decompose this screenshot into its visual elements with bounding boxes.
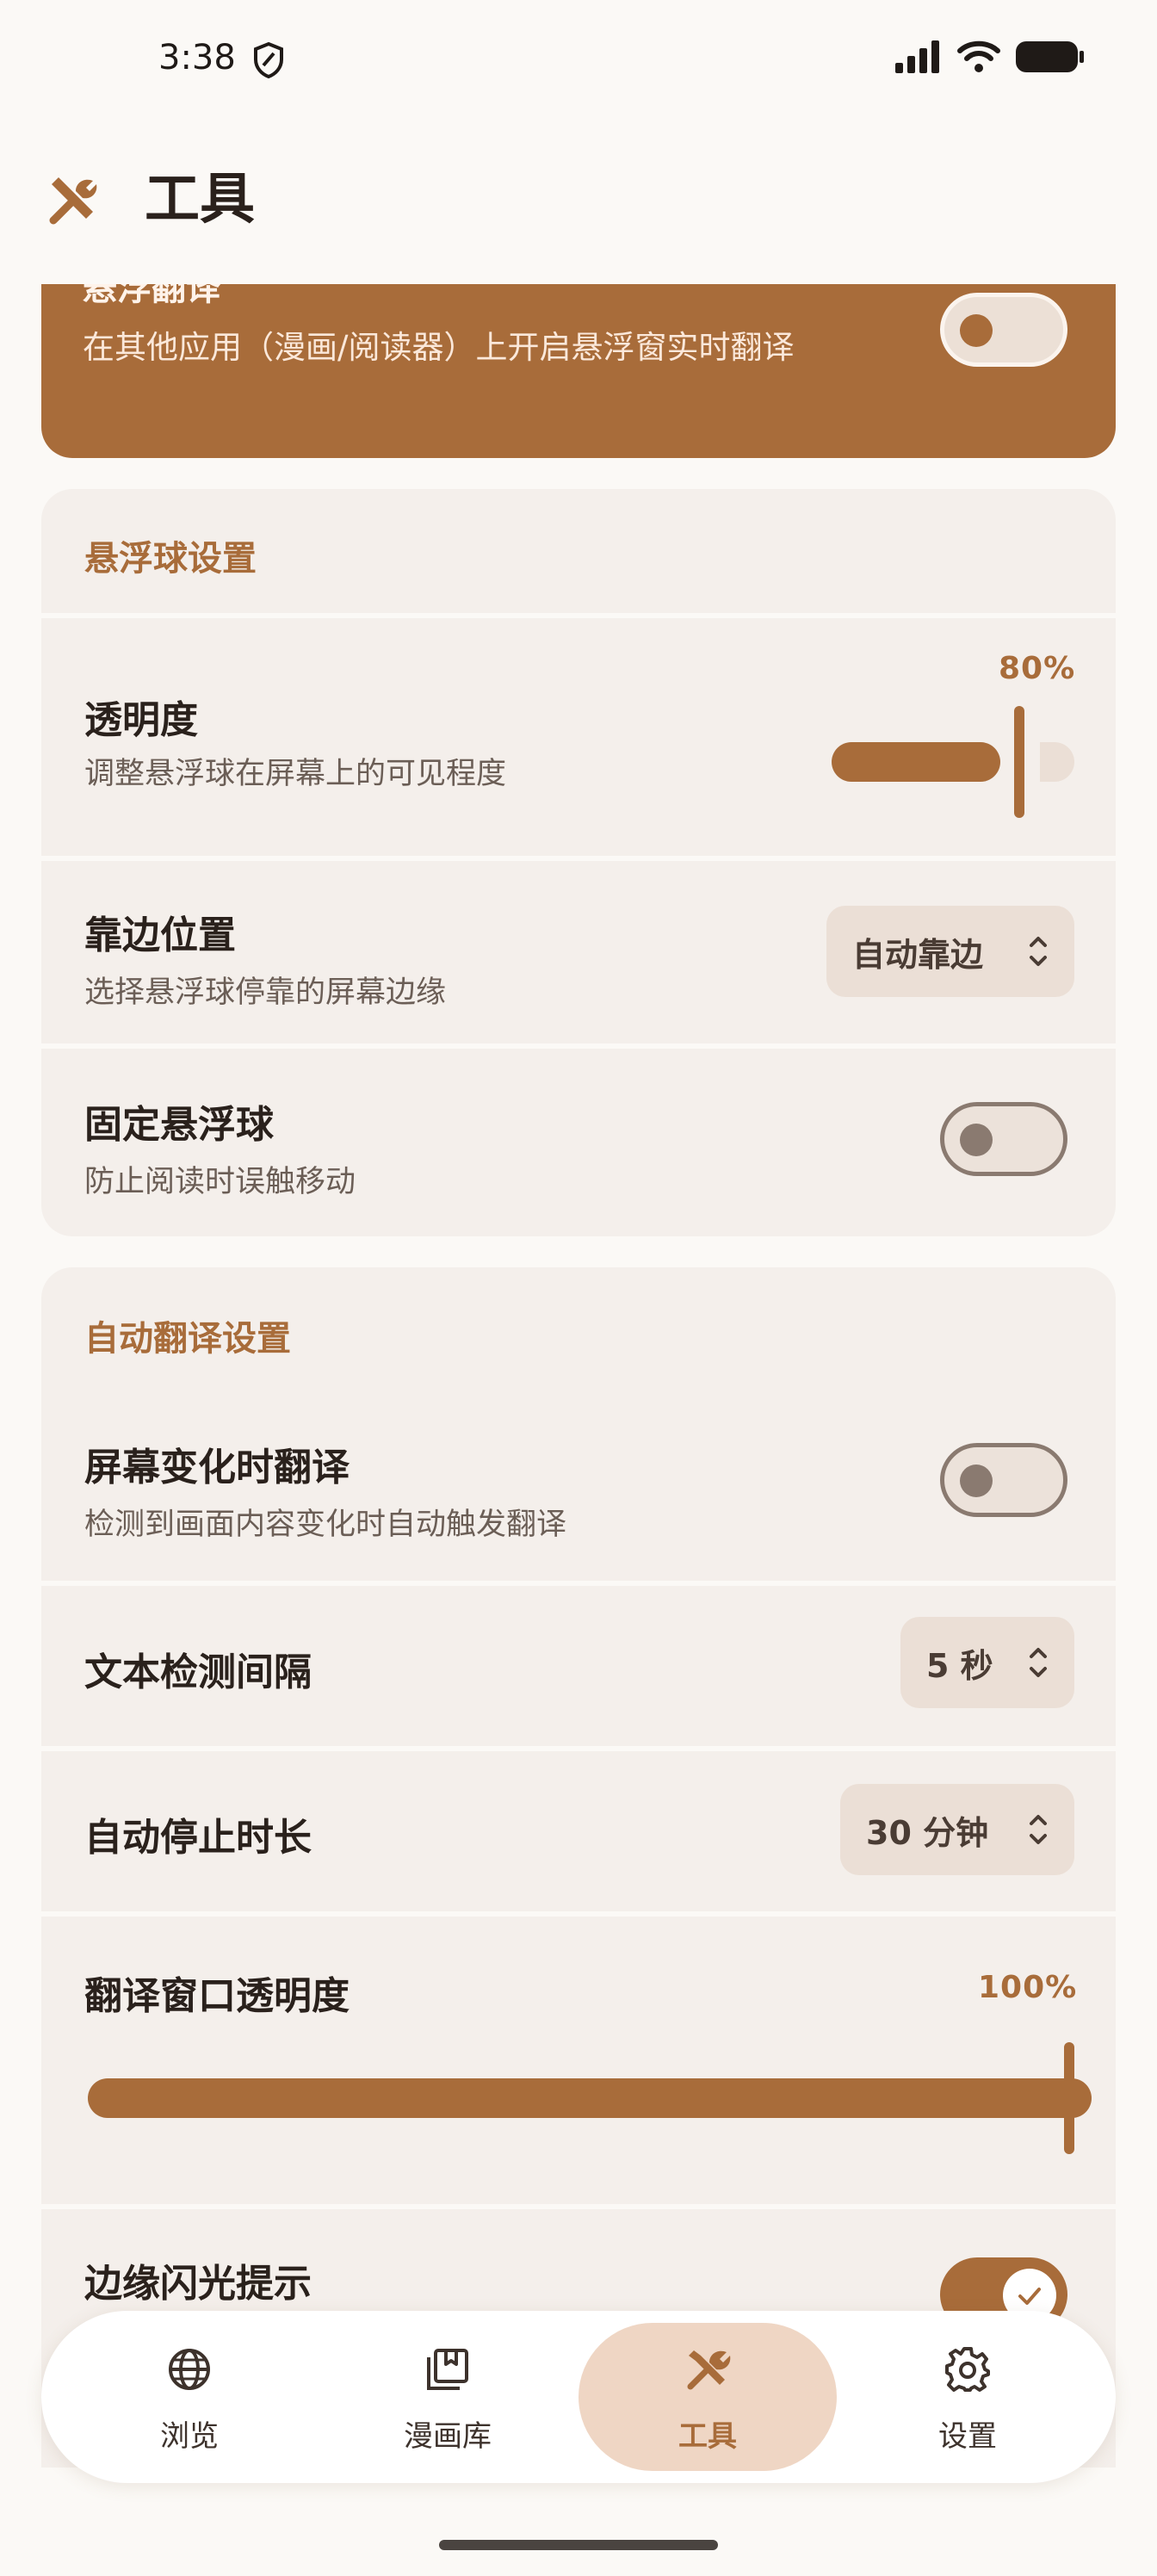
- nav-item-library[interactable]: 漫画库: [319, 2311, 577, 2483]
- chevron-up-down-icon: [1030, 1648, 1047, 1677]
- battery-icon: [1016, 41, 1084, 72]
- opacity-description: 调整悬浮球在屏幕上的可见程度: [84, 757, 507, 791]
- toggle-knob: [960, 1124, 993, 1156]
- window-opacity-slider-fill[interactable]: [88, 2078, 1092, 2118]
- tools-icon: [49, 177, 97, 225]
- nav-label: 浏览: [160, 2419, 219, 2454]
- signal-icon: [895, 40, 939, 73]
- globe-icon: [169, 2349, 210, 2390]
- interval-title: 文本检测间隔: [84, 1650, 312, 1694]
- dock-title: 靠边位置: [84, 913, 236, 957]
- opacity-value: 80%: [999, 651, 1076, 686]
- chevron-up-down-icon: [1030, 1815, 1047, 1844]
- nav-label: 设置: [938, 2419, 997, 2454]
- dock-dropdown[interactable]: 自动靠边: [826, 906, 1074, 997]
- overlay-translate-description: 在其他应用（漫画/阅读器）上开启悬浮窗实时翻译: [83, 329, 795, 366]
- interval-dropdown[interactable]: 5 秒: [900, 1617, 1074, 1708]
- on-change-toggle[interactable]: [940, 1443, 1067, 1517]
- opacity-slider-fill[interactable]: [832, 742, 1000, 782]
- auto-stop-dropdown[interactable]: 30 分钟: [840, 1784, 1074, 1875]
- auto-stop-selected: 30 分钟: [866, 1813, 989, 1852]
- dock-description: 选择悬浮球停靠的屏幕边缘: [84, 975, 447, 1010]
- lock-title: 固定悬浮球: [84, 1103, 274, 1147]
- status-bar: 3:38: [0, 0, 1157, 121]
- overlay-translate-title: 悬浮翻译: [83, 284, 220, 308]
- auto-translate-card-top: 自动翻译设置 屏幕变化时翻译 检测到画面内容变化时自动触发翻译: [41, 1267, 1116, 1581]
- window-opacity-row: 翻译窗口透明度 100%: [41, 1917, 1116, 2204]
- nav-item-tools[interactable]: 工具: [578, 2311, 837, 2483]
- on-change-description: 检测到画面内容变化时自动触发翻译: [84, 1508, 567, 1542]
- edge-flash-title: 边缘闪光提示: [84, 2262, 312, 2306]
- lock-description: 防止阅读时误触移动: [84, 1165, 356, 1199]
- opacity-slider-track[interactable]: [1040, 742, 1074, 782]
- gear-icon: [945, 2347, 990, 2392]
- nav-label: 漫画库: [404, 2419, 492, 2454]
- opacity-title: 透明度: [84, 698, 198, 742]
- lock-row: 固定悬浮球 防止阅读时误触移动: [41, 1049, 1116, 1236]
- window-opacity-value: 100%: [978, 1970, 1078, 2005]
- float-ball-section-header: 悬浮球设置: [41, 489, 1116, 613]
- tools-icon: [687, 2350, 731, 2390]
- nav-item-settings[interactable]: 设置: [838, 2311, 1097, 2483]
- interval-selected: 5 秒: [926, 1646, 993, 1685]
- interval-row: 文本检测间隔 5 秒: [41, 1586, 1116, 1746]
- dock-selected: 自动靠边: [852, 935, 984, 974]
- auto-stop-row: 自动停止时长 30 分钟: [41, 1751, 1116, 1911]
- nav-item-browse[interactable]: 浏览: [60, 2311, 319, 2483]
- opacity-row: 80% 透明度 调整悬浮球在屏幕上的可见程度: [41, 618, 1116, 856]
- overlay-translate-card[interactable]: 悬浮翻译 在其他应用（漫画/阅读器）上开启悬浮窗实时翻译: [41, 284, 1116, 458]
- toggle-knob: [960, 314, 993, 347]
- library-icon: [427, 2349, 468, 2390]
- toggle-knob: [960, 1464, 993, 1497]
- window-opacity-slider-thumb[interactable]: [1064, 2042, 1074, 2154]
- opacity-slider-thumb[interactable]: [1014, 706, 1024, 818]
- page-title: 工具: [145, 168, 255, 232]
- bottom-nav: 浏览 漫画库 工具 设置: [41, 2311, 1116, 2483]
- section-title: 自动翻译设置: [84, 1319, 291, 1359]
- overlay-translate-toggle[interactable]: [940, 293, 1067, 367]
- lock-toggle[interactable]: [940, 1102, 1067, 1176]
- auto-stop-title: 自动停止时长: [84, 1816, 312, 1860]
- window-opacity-title: 翻译窗口透明度: [84, 1974, 350, 2018]
- dock-row: 靠边位置 选择悬浮球停靠的屏幕边缘 自动靠边: [41, 861, 1116, 1043]
- home-indicator: [439, 2540, 718, 2550]
- section-title: 悬浮球设置: [84, 539, 257, 579]
- nav-label: 工具: [678, 2419, 737, 2454]
- chevron-up-down-icon: [1030, 937, 1047, 966]
- wifi-icon: [957, 40, 1000, 72]
- status-time: 3:38: [158, 38, 236, 77]
- shield-icon: [254, 41, 283, 79]
- on-change-title: 屏幕变化时翻译: [84, 1446, 350, 1489]
